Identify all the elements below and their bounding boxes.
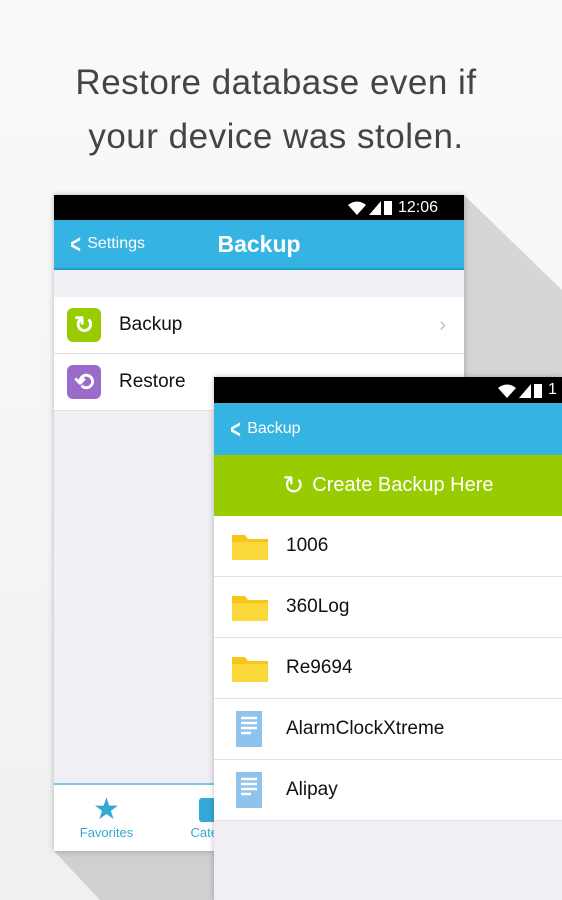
back-label: Backup — [247, 420, 301, 437]
back-button[interactable]: < Settings — [68, 220, 145, 268]
status-icons — [498, 383, 542, 398]
chevron-right-icon: › — [439, 313, 446, 336]
chevron-left-icon: < — [230, 414, 241, 444]
phone-screen-backup-list: 1 < Backup ↻ Create Backup Here 1006 360L… — [214, 377, 562, 900]
status-bar: 1 — [214, 377, 562, 403]
file-icon — [236, 772, 262, 808]
back-button[interactable]: < Backup — [228, 403, 301, 455]
sync-icon: ⟲ — [67, 365, 101, 399]
status-bar: 12:06 — [54, 195, 464, 220]
signal-icon — [519, 383, 531, 398]
nav-favorites[interactable]: ★ Favorites — [54, 785, 159, 851]
status-icons — [347, 200, 392, 215]
item-label: 360Log — [286, 596, 350, 617]
chevron-left-icon: < — [70, 229, 81, 259]
item-label: Restore — [119, 371, 186, 392]
wifi-icon — [347, 201, 366, 215]
nav-header: < Backup — [214, 403, 562, 455]
refresh-icon: ↻ — [282, 470, 305, 500]
signal-icon — [368, 201, 381, 215]
item-label: Re9694 — [286, 657, 353, 678]
file-icon — [236, 711, 262, 747]
list-item-file[interactable]: AlarmClockXtreme — [214, 699, 562, 760]
item-label: 1006 — [286, 535, 329, 556]
item-label: Alipay — [286, 779, 338, 800]
item-label: AlarmClockXtreme — [286, 718, 445, 739]
folder-icon — [232, 596, 268, 621]
battery-icon — [534, 383, 542, 398]
list-item-backup[interactable]: ↻ Backup › — [54, 297, 464, 354]
list-item-folder[interactable]: 1006 — [214, 516, 562, 577]
wifi-icon — [498, 384, 516, 398]
clock: 1 — [548, 381, 557, 398]
clock: 12:06 — [397, 198, 438, 216]
list-item-folder[interactable]: 360Log — [214, 577, 562, 638]
refresh-icon: ↻ — [67, 308, 101, 342]
battery-icon — [383, 201, 392, 215]
list-item-folder[interactable]: Re9694 — [214, 638, 562, 699]
star-icon: ★ — [93, 793, 120, 826]
back-label: Settings — [87, 235, 145, 252]
item-label: Backup — [119, 314, 183, 335]
nav-header: < Settings Backup — [54, 220, 464, 270]
create-backup-label: Create Backup Here — [312, 474, 494, 496]
folder-icon — [232, 535, 268, 560]
folder-icon — [232, 657, 268, 682]
nav-label: Favorites — [79, 825, 134, 840]
create-backup-button[interactable]: ↻ Create Backup Here — [214, 455, 562, 516]
list-item-file[interactable]: Alipay — [214, 760, 562, 821]
